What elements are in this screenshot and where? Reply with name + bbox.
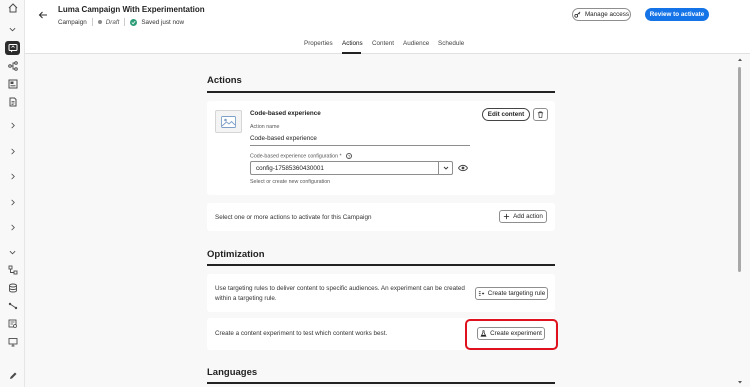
divider [207,264,555,266]
trash-icon [537,111,544,118]
config-help-text: Select or create new configuration [250,179,331,185]
divider [207,91,555,93]
targeting-rule-card: Use targeting rules to deliver content t… [207,274,555,312]
tab-bar: Properties Actions Content Audience Sche… [25,36,750,54]
breadcrumb[interactable]: Campaign [58,19,87,26]
journey-icon[interactable] [5,59,20,73]
scrollbar-thumb[interactable] [738,67,741,272]
eye-icon[interactable] [458,164,468,172]
home-icon[interactable] [5,1,20,15]
tab-schedule[interactable]: Schedule [438,40,464,47]
add-action-button[interactable]: Add action [499,210,547,223]
document-icon[interactable] [5,95,20,109]
targeting-text: Use targeting rules to deliver content t… [215,285,465,302]
saved-status: Saved just now [141,18,185,26]
optimization-heading: Optimization [207,249,265,260]
left-rail [0,0,25,387]
edit-icon[interactable] [5,369,20,383]
action-title: Code-based experience [250,110,321,117]
campaign-meta: Campaign Draft Saved just now [58,18,184,26]
tab-properties[interactable]: Properties [304,40,333,47]
required-marker: * [339,153,342,160]
actions-heading: Actions [207,75,242,86]
database-icon[interactable] [5,281,20,295]
status-dot-icon [97,20,102,24]
check-circle-icon [130,18,138,26]
chevron-down-icon[interactable] [5,245,20,259]
header: Luma Campaign With Experimentation Campa… [25,0,750,36]
action-name-field[interactable]: Code-based experience [250,135,317,142]
manage-access-label: Manage access [584,11,630,18]
tab-actions[interactable]: Actions [342,40,363,47]
campaign-icon[interactable] [5,41,20,55]
delete-button[interactable] [533,108,548,121]
scroll-down-icon[interactable] [737,380,743,385]
key-icon [574,11,581,18]
connection-icon[interactable] [5,299,20,313]
divider [91,18,93,26]
status-badge: Draft [105,18,120,26]
content-icon[interactable] [5,77,20,91]
manage-access-button[interactable]: Manage access [572,8,631,21]
add-action-card: Select one or more actions to activate f… [207,203,555,231]
add-action-text: Select one or more actions to activate f… [215,214,372,221]
chevron-right-icon[interactable] [5,144,20,158]
add-action-label: Add action [513,213,543,220]
config-label-text: Code-based experience configuration [250,153,339,160]
create-targeting-rule-button[interactable]: Create targeting rule [475,287,548,300]
tab-audience[interactable]: Audience [403,40,429,47]
workflow-icon[interactable] [5,263,20,277]
chevron-right-icon[interactable] [5,195,20,209]
code-based-experience-card: Code-based experience Action name Code-b… [207,101,555,195]
config-select-value: config-17585360430001 [256,165,324,172]
config-select[interactable]: config-17585360430001 [250,161,453,175]
field-underline [250,145,470,146]
back-arrow-icon[interactable] [37,9,49,21]
chevron-right-icon[interactable] [5,118,20,132]
tab-content[interactable]: Content [372,40,394,47]
active-tab-indicator [342,52,361,54]
chevron-down-icon[interactable] [438,162,452,174]
edit-content-button[interactable]: Edit content [482,108,530,121]
create-targeting-rule-label: Create targeting rule [487,290,546,297]
page-title: Luma Campaign With Experimentation [58,5,205,14]
divider [124,18,126,26]
query-icon[interactable] [5,317,20,331]
divider [207,382,555,384]
config-label: Code-based experience configuration * ? [250,153,353,160]
chevron-down-icon[interactable] [5,22,20,36]
scroll-up-icon[interactable] [737,57,743,62]
experiment-text: Create a content experiment to test whic… [215,330,388,337]
chevron-right-icon[interactable] [5,169,20,183]
help-icon[interactable]: ? [346,153,353,159]
targeting-icon [478,291,484,296]
highlight-box [465,319,558,350]
image-placeholder-icon [215,110,242,133]
action-name-label: Action name [250,124,280,130]
plus-icon [503,213,510,220]
monitor-icon[interactable] [5,335,20,349]
review-to-activate-button[interactable]: Review to activate [645,8,709,21]
chevron-right-icon[interactable] [5,220,20,234]
languages-heading: Languages [207,367,258,378]
